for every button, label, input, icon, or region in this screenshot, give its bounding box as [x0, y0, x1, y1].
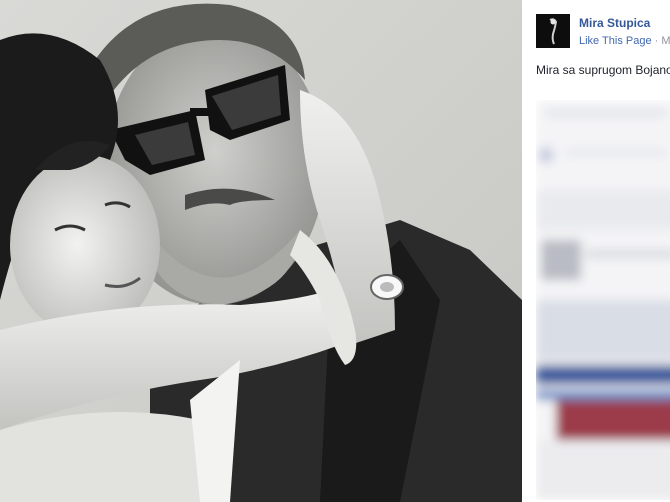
page-name-link[interactable]: Mira Stupica	[579, 15, 670, 31]
like-page-link[interactable]: Like This Page	[579, 35, 652, 47]
post-caption: Mira sa suprugom Bojano	[536, 63, 670, 77]
post-date[interactable]: Ma	[661, 35, 670, 47]
subline-separator: ·	[651, 35, 662, 47]
page-header: Mira Stupica Like This Page · Ma	[522, 0, 670, 48]
avatar-image	[536, 14, 570, 48]
post-photo[interactable]	[0, 0, 522, 502]
page-subline: Like This Page · Ma	[579, 34, 670, 48]
photo-stage[interactable]	[0, 0, 522, 502]
post-side-panel: Mira Stupica Like This Page · Ma Mira sa…	[522, 0, 670, 502]
page-avatar[interactable]	[536, 14, 570, 48]
photo-lightbox: Mira Stupica Like This Page · Ma Mira sa…	[0, 0, 670, 502]
blurred-comments-area	[536, 100, 670, 500]
page-meta: Mira Stupica Like This Page · Ma	[579, 14, 670, 48]
